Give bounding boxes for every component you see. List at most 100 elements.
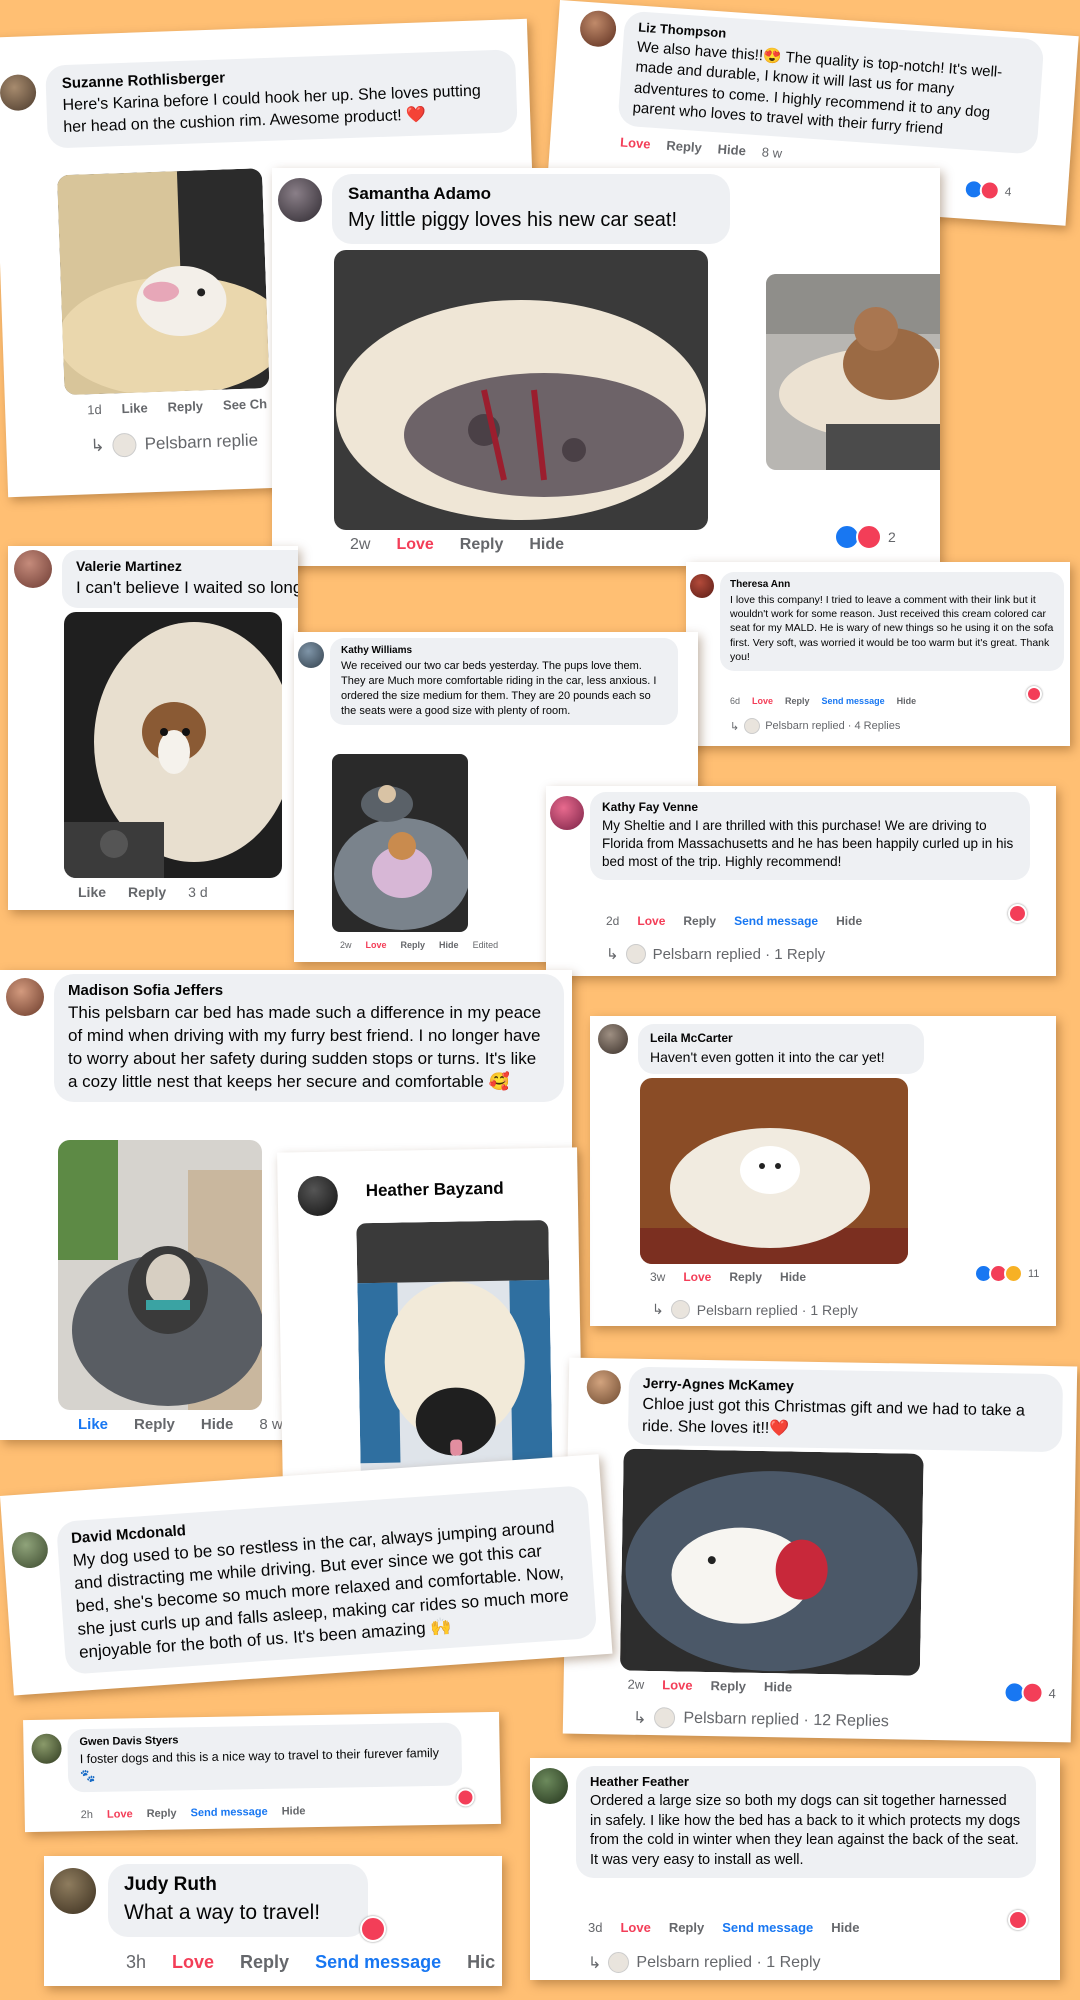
hide-button[interactable]: Hide bbox=[831, 1920, 859, 1935]
comment-time: 3h bbox=[126, 1952, 147, 1972]
dog-photo[interactable] bbox=[640, 1078, 908, 1264]
send-message-button[interactable]: Send message bbox=[822, 696, 885, 706]
like-button[interactable]: Like bbox=[121, 400, 148, 416]
dog-photo[interactable] bbox=[56, 168, 270, 396]
hide-button[interactable]: Hide bbox=[201, 1416, 234, 1433]
hide-button[interactable]: Hide bbox=[897, 696, 917, 706]
dogs-photo[interactable] bbox=[332, 754, 468, 932]
white-dog-in-car-bed-image bbox=[619, 1448, 924, 1676]
hide-button[interactable]: Hide bbox=[282, 1805, 306, 1817]
reaction-summary[interactable]: 2 bbox=[834, 524, 896, 550]
reply-button[interactable]: Reply bbox=[683, 914, 716, 928]
reply-thread-link[interactable]: ↳ Pelsbarn replied · 4 Replies bbox=[730, 718, 900, 734]
love-button[interactable]: Love bbox=[637, 914, 665, 928]
love-button[interactable]: Love bbox=[620, 1920, 650, 1935]
love-button[interactable]: Love bbox=[172, 1952, 214, 1973]
commenter-name[interactable]: Heather Feather bbox=[590, 1774, 1022, 1789]
send-message-button[interactable]: Send message bbox=[315, 1952, 441, 1973]
hide-button[interactable]: Hide bbox=[439, 940, 459, 950]
avatar[interactable] bbox=[297, 1175, 339, 1217]
commenter-name[interactable]: Valerie Martinez bbox=[76, 558, 298, 574]
love-button[interactable]: Love bbox=[662, 1677, 693, 1693]
reply-button[interactable]: Reply bbox=[240, 1952, 289, 1973]
reply-button[interactable]: Reply bbox=[460, 536, 504, 554]
reply-thread-link[interactable]: ↳ Pelsbarn replied · 1 Reply bbox=[606, 944, 825, 964]
comment-actions: Like Reply 3 d bbox=[78, 884, 208, 900]
avatar[interactable] bbox=[6, 978, 44, 1016]
reply-thread-link[interactable]: ↳ Pelsbarn replied · 1 Reply bbox=[652, 1300, 858, 1319]
reply-button[interactable]: Reply bbox=[710, 1678, 746, 1694]
commenter-name[interactable]: Kathy Williams bbox=[341, 645, 667, 656]
avatar[interactable] bbox=[298, 642, 324, 668]
reply-thread-link[interactable]: ↳ Pelsbarn replied · 1 Reply bbox=[588, 1952, 821, 1973]
reaction-summary[interactable]: 11 bbox=[974, 1264, 1039, 1283]
dog-photo[interactable] bbox=[58, 1140, 262, 1410]
avatar[interactable] bbox=[14, 550, 52, 588]
pelsbarn-avatar bbox=[654, 1707, 676, 1729]
love-button[interactable]: Love bbox=[366, 940, 387, 950]
send-message-button[interactable]: Send message bbox=[734, 914, 818, 928]
avatar[interactable] bbox=[10, 1530, 50, 1570]
dog-photo[interactable] bbox=[766, 274, 940, 470]
love-button[interactable]: Love bbox=[752, 696, 773, 706]
send-message-button[interactable]: Send message bbox=[722, 1920, 813, 1935]
reply-thread-link[interactable]: ↳ Pelsbarn replied · 12 Replies bbox=[633, 1707, 889, 1732]
avatar[interactable] bbox=[278, 178, 322, 222]
hide-button[interactable]: Hide bbox=[836, 914, 862, 928]
commenter-name[interactable]: Theresa Ann bbox=[730, 579, 1054, 590]
like-button[interactable]: Like bbox=[78, 884, 106, 900]
love-reaction-icon[interactable] bbox=[360, 1916, 386, 1942]
avatar[interactable] bbox=[550, 796, 584, 830]
reply-button[interactable]: Reply bbox=[729, 1270, 762, 1284]
love-reaction-icon[interactable] bbox=[1008, 904, 1027, 923]
reply-button[interactable]: Reply bbox=[167, 398, 203, 414]
dog-photo[interactable] bbox=[619, 1448, 924, 1676]
love-button[interactable]: Love bbox=[620, 135, 651, 152]
avatar[interactable] bbox=[0, 73, 37, 112]
commenter-name[interactable]: Leila McCarter bbox=[650, 1031, 912, 1045]
commenter-name[interactable]: Judy Ruth bbox=[124, 1874, 352, 1896]
reply-button[interactable]: Reply bbox=[666, 138, 702, 155]
avatar[interactable] bbox=[598, 1024, 628, 1054]
commenter-name[interactable]: Kathy Fay Venne bbox=[602, 800, 1018, 814]
commenter-name[interactable]: Madison Sofia Jeffers bbox=[68, 982, 550, 999]
love-reaction-icon[interactable] bbox=[1008, 1910, 1028, 1930]
commenter-name[interactable]: Heather Bayzand bbox=[366, 1179, 504, 1201]
avatar[interactable] bbox=[50, 1868, 96, 1914]
reply-button[interactable]: Reply bbox=[401, 940, 426, 950]
reply-button[interactable]: Reply bbox=[134, 1416, 175, 1433]
doodle-on-car-bed-image bbox=[766, 274, 940, 470]
reply-button[interactable]: Reply bbox=[669, 1920, 704, 1935]
commenter-name[interactable]: Samantha Adamo bbox=[348, 184, 714, 204]
send-message-button[interactable]: Send message bbox=[191, 1806, 268, 1819]
hide-button[interactable]: Hide bbox=[764, 1679, 792, 1694]
hide-button[interactable]: Hide bbox=[529, 536, 564, 554]
avatar[interactable] bbox=[532, 1768, 568, 1804]
avatar[interactable] bbox=[690, 574, 714, 598]
reply-button[interactable]: Reply bbox=[128, 884, 166, 900]
like-button[interactable]: Like bbox=[78, 1416, 108, 1433]
comment-text: This pelsbarn car bed has made such a di… bbox=[68, 1003, 542, 1091]
comment-bubble: Valerie Martinez I can't believe I waite… bbox=[62, 550, 298, 608]
avatar[interactable] bbox=[578, 9, 618, 48]
dog-photo[interactable] bbox=[356, 1219, 553, 1492]
reply-button[interactable]: Reply bbox=[147, 1807, 177, 1820]
love-button[interactable]: Love bbox=[683, 1270, 711, 1284]
avatar[interactable] bbox=[31, 1733, 62, 1765]
see-more-button[interactable]: See Ch bbox=[223, 396, 268, 413]
puppy-photo[interactable] bbox=[64, 612, 282, 878]
love-button[interactable]: Love bbox=[107, 1808, 133, 1820]
reaction-summary[interactable]: 4 bbox=[1003, 1681, 1056, 1704]
love-reaction-icon[interactable] bbox=[1026, 686, 1042, 702]
hide-button[interactable]: Hic bbox=[467, 1952, 495, 1973]
hide-button[interactable]: Hide bbox=[717, 141, 746, 158]
reaction-summary[interactable]: 4 bbox=[963, 178, 1012, 202]
avatar[interactable] bbox=[586, 1369, 622, 1405]
hide-button[interactable]: Hide bbox=[780, 1270, 806, 1284]
love-button[interactable]: Love bbox=[396, 536, 433, 554]
reply-thread-link[interactable]: ↳ Pelsbarn replie bbox=[90, 428, 258, 458]
reply-button[interactable]: Reply bbox=[785, 696, 810, 706]
comment-bubble: Kathy Williams We received our two car b… bbox=[330, 638, 678, 726]
love-reaction-icon[interactable] bbox=[456, 1788, 475, 1807]
pig-photo[interactable] bbox=[334, 250, 708, 530]
